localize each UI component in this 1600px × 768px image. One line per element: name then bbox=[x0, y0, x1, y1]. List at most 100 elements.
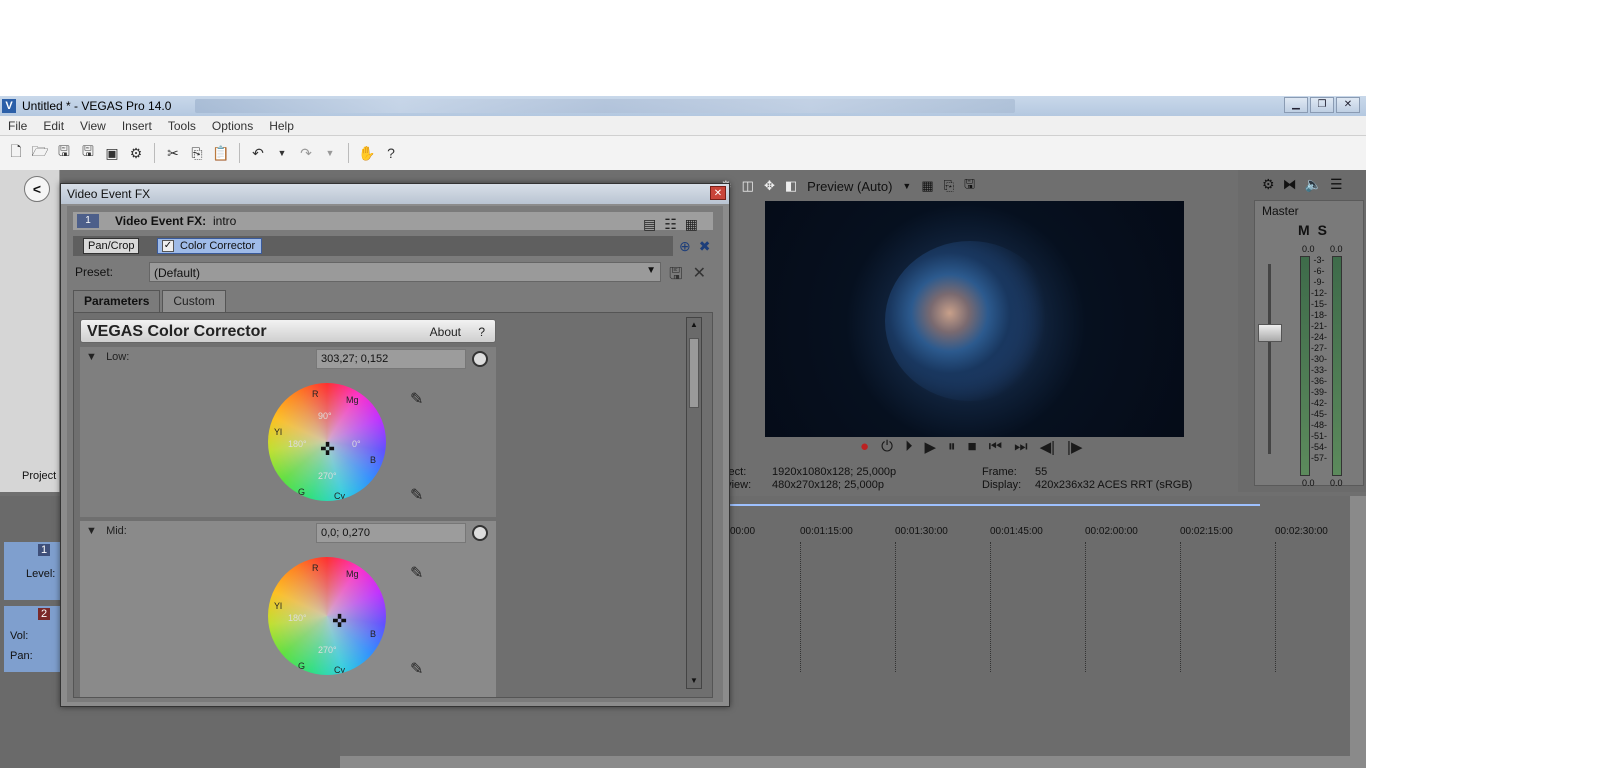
fx-close-button[interactable]: ✕ bbox=[710, 186, 726, 200]
master-fader-knob[interactable] bbox=[1258, 324, 1282, 342]
fx-dialog-titlebar[interactable]: Video Event FX ✕ bbox=[61, 184, 729, 204]
remove-plugin-icon[interactable]: ✖ bbox=[699, 238, 711, 255]
low-label[interactable]: ▼ Low: bbox=[86, 351, 129, 363]
menu-view[interactable]: View bbox=[72, 119, 114, 133]
track-1-header[interactable]: 1 Level: bbox=[4, 542, 62, 600]
master-settings-icon[interactable]: ⚙ bbox=[1262, 176, 1275, 193]
mid-color-wheel[interactable]: R Mg Yl B G Cy 180° 270° ✜ bbox=[268, 557, 386, 675]
scroll-down-icon[interactable]: ▼ bbox=[689, 676, 699, 686]
quality-dropdown-icon[interactable]: ▼ bbox=[902, 181, 911, 191]
tab-parameters[interactable]: Parameters bbox=[73, 290, 161, 312]
menu-tools[interactable]: Tools bbox=[160, 119, 204, 133]
background-browser-tabs bbox=[195, 99, 1016, 113]
low-pick-add-icon[interactable]: ✎ bbox=[410, 389, 423, 409]
help-icon[interactable]: ? bbox=[381, 143, 401, 163]
external-monitor-icon[interactable]: ◧ bbox=[785, 178, 797, 194]
play-icon[interactable]: ▶ bbox=[924, 438, 936, 456]
low-value-field[interactable]: 303,27; 0,152 bbox=[316, 349, 466, 369]
hand-icon[interactable]: ✋ bbox=[357, 143, 377, 163]
menu-file[interactable]: File bbox=[0, 119, 35, 133]
play-from-start-icon[interactable]: ⏵ bbox=[905, 438, 913, 456]
menu-edit[interactable]: Edit bbox=[35, 119, 72, 133]
solo-button[interactable]: S bbox=[1318, 222, 1335, 238]
copy-icon[interactable]: ⎘ bbox=[187, 143, 207, 163]
time-ruler[interactable]: 00:00 00:01:15:00 00:01:30:00 00:01:45:0… bbox=[730, 526, 1350, 542]
undo-dropdown-icon[interactable]: ▼ bbox=[272, 143, 292, 163]
frame-label: Frame: bbox=[982, 466, 1017, 478]
speaker-icon[interactable]: 🔈 bbox=[1305, 176, 1322, 193]
mid-label[interactable]: ▼ Mid: bbox=[86, 525, 127, 537]
stop-icon[interactable]: ■ bbox=[968, 438, 977, 456]
timeline-horizontal-scrollbar[interactable] bbox=[340, 756, 1366, 768]
back-icon[interactable]: < bbox=[24, 176, 50, 202]
wheel-label-r: R bbox=[312, 389, 319, 399]
help-button[interactable]: ? bbox=[478, 325, 485, 339]
prev-frame-icon[interactable]: ◀| bbox=[1040, 438, 1055, 456]
redo-dropdown-icon[interactable]: ▼ bbox=[320, 143, 340, 163]
paste-icon[interactable]: 📋 bbox=[211, 143, 231, 163]
mute-button[interactable]: M bbox=[1298, 222, 1318, 238]
render-icon[interactable]: ▣ bbox=[102, 143, 122, 163]
plugin-pan-crop[interactable]: Pan/Crop bbox=[83, 238, 140, 254]
view-grid-icon[interactable]: ▦ bbox=[685, 216, 698, 233]
record-icon[interactable]: ● bbox=[860, 438, 869, 456]
tab-custom[interactable]: Custom bbox=[162, 290, 226, 312]
ruler-gridline bbox=[1275, 542, 1276, 672]
pause-icon[interactable]: ⏸ bbox=[948, 438, 956, 456]
save-as-icon[interactable]: 🖫 bbox=[78, 143, 98, 163]
close-button[interactable]: ✕ bbox=[1336, 97, 1360, 113]
low-color-wheel[interactable]: R Mg Yl B G Cy 90° 180° 0° 270° ✜ bbox=[268, 383, 386, 501]
save-preset-icon[interactable]: 🖫 bbox=[669, 263, 683, 290]
loop-icon[interactable]: ⏻ bbox=[881, 438, 893, 456]
timeline-vertical-scrollbar[interactable] bbox=[1350, 496, 1366, 756]
low-crosshair-icon[interactable]: ✜ bbox=[320, 439, 335, 460]
preset-select[interactable]: (Default) ▼ bbox=[149, 262, 661, 282]
low-pick-remove-icon[interactable]: ✎ bbox=[410, 485, 423, 505]
go-to-start-icon[interactable]: ⏮ bbox=[989, 438, 1003, 456]
overlay-icon[interactable]: ✥ bbox=[764, 178, 775, 194]
new-icon[interactable]: 🗋 bbox=[6, 143, 26, 163]
copy-snapshot-icon[interactable]: ⎘ bbox=[944, 178, 954, 194]
mid-crosshair-icon[interactable]: ✜ bbox=[332, 611, 347, 632]
mid-keyframe-icon[interactable] bbox=[472, 525, 488, 541]
ruler-label: 00:00 bbox=[730, 526, 756, 537]
mid-value-field[interactable]: 0,0; 0,270 bbox=[316, 523, 466, 543]
wheel-label-cy: Cy bbox=[334, 665, 345, 675]
track-2-header[interactable]: 2 Vol: Pan: bbox=[4, 606, 62, 672]
minimize-button[interactable]: ▁ bbox=[1284, 97, 1308, 113]
mid-pick-remove-icon[interactable]: ✎ bbox=[410, 659, 423, 679]
save-snapshot-icon[interactable]: 🖫 bbox=[964, 175, 975, 197]
open-icon[interactable]: 🗁 bbox=[30, 143, 50, 163]
project-tab[interactable]: Project bbox=[22, 470, 56, 482]
parameters-scrollbar[interactable]: ▲ ▼ bbox=[686, 317, 702, 689]
go-to-end-icon[interactable]: ⏭ bbox=[1014, 438, 1028, 456]
properties-icon[interactable]: ⚙ bbox=[126, 143, 146, 163]
view-single-icon[interactable]: ▤ bbox=[643, 216, 656, 233]
mixer-icon[interactable]: ☰ bbox=[1330, 176, 1343, 193]
master-peak-right: 0.0 bbox=[1330, 244, 1343, 254]
grid-icon[interactable]: ▦ bbox=[921, 178, 933, 194]
undo-icon[interactable]: ↶ bbox=[248, 143, 268, 163]
plugin-enable-checkbox[interactable]: ✓ bbox=[162, 240, 174, 252]
view-list-icon[interactable]: ☷ bbox=[664, 216, 677, 233]
redo-icon[interactable]: ↷ bbox=[296, 143, 316, 163]
scroll-up-icon[interactable]: ▲ bbox=[689, 320, 699, 330]
menu-options[interactable]: Options bbox=[204, 119, 261, 133]
plugin-chain-icon[interactable]: ⊕ bbox=[679, 238, 691, 255]
split-screen-icon[interactable]: ◫ bbox=[742, 178, 754, 194]
mid-pick-add-icon[interactable]: ✎ bbox=[410, 563, 423, 583]
about-button[interactable]: About bbox=[430, 325, 461, 339]
scroll-thumb[interactable] bbox=[689, 338, 699, 408]
save-icon[interactable]: 🖫 bbox=[54, 143, 74, 163]
cut-icon[interactable]: ✂ bbox=[163, 143, 183, 163]
next-frame-icon[interactable]: |▶ bbox=[1067, 438, 1082, 456]
maximize-button[interactable]: ❐ bbox=[1310, 97, 1334, 113]
master-meter-left bbox=[1300, 256, 1310, 476]
low-keyframe-icon[interactable] bbox=[472, 351, 488, 367]
delete-preset-icon[interactable]: ✕ bbox=[693, 263, 706, 290]
menu-insert[interactable]: Insert bbox=[114, 119, 160, 133]
preview-quality-select[interactable]: Preview (Auto) bbox=[807, 179, 892, 194]
plugin-color-corrector[interactable]: ✓ Color Corrector bbox=[157, 238, 263, 254]
menu-help[interactable]: Help bbox=[261, 119, 302, 133]
downmix-icon[interactable]: ⧓ bbox=[1283, 176, 1297, 193]
